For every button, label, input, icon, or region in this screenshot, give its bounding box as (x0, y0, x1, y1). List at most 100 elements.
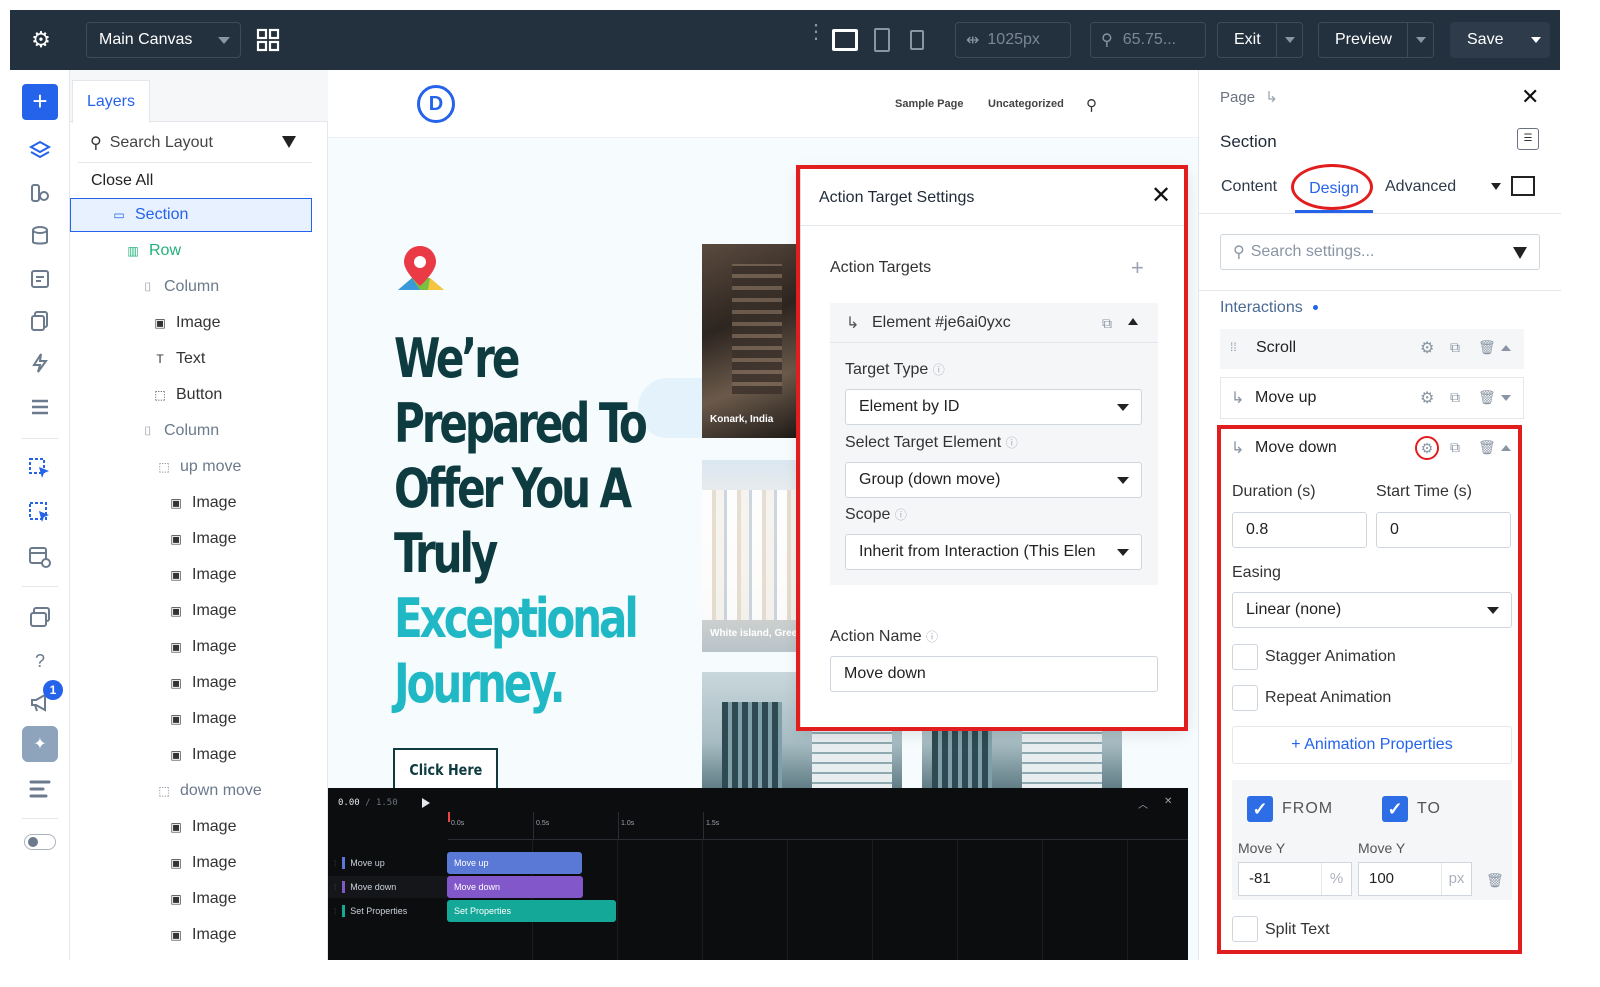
layer-item[interactable]: ⌷ Column (70, 270, 312, 304)
width-field[interactable]: ⇹ 1025px (955, 22, 1071, 58)
layer-item[interactable]: ⌷ Column (70, 414, 312, 448)
pointer-select-icon[interactable] (27, 456, 53, 482)
settings-search-input[interactable]: ⚲ Search settings... (1220, 234, 1540, 270)
theme-builder-icon[interactable] (27, 180, 53, 206)
layer-item[interactable]: ⬚ Button (70, 378, 312, 412)
tab-content[interactable]: Content (1221, 178, 1277, 196)
layer-item[interactable]: ▣ Image (70, 702, 312, 736)
site-logo[interactable]: D (417, 85, 455, 123)
filter-icon[interactable] (282, 136, 296, 148)
save-dropdown-icon[interactable] (1523, 23, 1549, 57)
collapse-timeline-icon[interactable]: ︿ (1138, 796, 1148, 811)
interaction-scroll-row[interactable]: ⁞⁞ Scroll ⚙ ⧉ 🗑 (1220, 329, 1524, 369)
timeline-bar[interactable]: Move up (447, 852, 582, 874)
exit-button[interactable]: Exit (1217, 22, 1303, 58)
settings-gear-icon[interactable]: ⚙ (1420, 388, 1434, 408)
trash-icon[interactable]: 🗑 (1478, 339, 1496, 356)
gallery-image-greece[interactable]: White island, Greece (702, 460, 798, 652)
drag-handle-icon[interactable]: ⁞ (334, 859, 336, 868)
more-vertical-icon[interactable]: ⋮ (806, 22, 826, 52)
tabs-more-icon[interactable] (1491, 183, 1501, 190)
layers-icon[interactable] (27, 138, 53, 164)
timeline-row-label[interactable]: ⁞ Move down (328, 876, 447, 898)
layers-search-input[interactable]: ⚲ Search Layout (90, 126, 312, 160)
settings-gear-icon[interactable]: ⚙ (1420, 338, 1434, 358)
layer-item[interactable]: ▣ Image (70, 522, 312, 556)
timeline-bar[interactable]: Move down (447, 876, 583, 898)
layer-item[interactable]: ▣ Image (70, 846, 312, 880)
trash-icon[interactable]: 🗑 (1478, 389, 1496, 406)
lightning-icon[interactable] (27, 350, 53, 376)
phone-view-icon[interactable] (910, 30, 924, 50)
cta-button[interactable]: Click Here (393, 748, 498, 792)
layer-item[interactable]: ▥ Row (70, 234, 312, 268)
canvas-select[interactable]: Main Canvas (86, 22, 241, 58)
desktop-view-icon[interactable] (832, 29, 858, 51)
layer-item[interactable]: ▣ Image (70, 558, 312, 592)
drag-handle-icon[interactable]: ⁞ (334, 883, 336, 892)
drag-handle-icon[interactable]: ⁞⁞ (1230, 340, 1237, 354)
list-icon[interactable] (27, 394, 53, 420)
tick-line (618, 812, 619, 840)
duplicate-icon[interactable]: ⧉ (1450, 389, 1460, 406)
layer-item[interactable]: ▣ Image (70, 882, 312, 916)
building-shape (722, 702, 782, 790)
layer-item[interactable]: ▣ Image (70, 666, 312, 700)
zoom-field[interactable]: ⚲ 65.75... (1090, 22, 1206, 58)
collapse-up-icon[interactable] (1501, 345, 1511, 351)
breadcrumb[interactable]: Page ↳ (1220, 88, 1278, 106)
layer-item[interactable]: ▣ Image (70, 594, 312, 628)
tab-advanced[interactable]: Advanced (1385, 178, 1456, 196)
add-element-button[interactable]: + (22, 84, 58, 120)
exit-dropdown-icon[interactable] (1276, 23, 1302, 57)
save-button[interactable]: Save (1450, 22, 1550, 58)
dark-mode-toggle[interactable] (24, 834, 56, 850)
duplicate-icon[interactable]: ⧉ (1450, 339, 1460, 356)
help-icon[interactable]: ? (27, 648, 53, 674)
form-icon[interactable] (27, 266, 53, 292)
align-left-icon[interactable] (27, 776, 53, 802)
layer-item[interactable]: ▣ Image (70, 306, 312, 340)
panel-close-icon[interactable]: ✕ (1521, 84, 1539, 110)
site-search-icon[interactable]: ⚲ (1086, 96, 1097, 114)
tab-layers[interactable]: Layers (72, 80, 150, 123)
layer-item[interactable]: ⬚ down move (70, 774, 312, 808)
responsive-view-icon[interactable] (1511, 176, 1535, 196)
nav-link-sample-page[interactable]: Sample Page (895, 98, 963, 110)
multi-select-icon[interactable] (27, 500, 53, 526)
layer-item[interactable]: ⬚ up move (70, 450, 312, 484)
timeline-row-label[interactable]: ⁞ Set Properties (328, 900, 447, 922)
drag-handle-icon[interactable]: ⁞ (334, 907, 336, 916)
presets-icon[interactable]: ☰ (1517, 128, 1539, 150)
database-icon[interactable] (27, 223, 53, 249)
layer-item[interactable]: ▣ Image (70, 810, 312, 844)
layer-item[interactable]: ▣ Image (70, 918, 312, 952)
layout-settings-icon[interactable] (27, 544, 53, 570)
preview-button[interactable]: Preview (1318, 22, 1434, 58)
layer-item-section[interactable]: ▭ Section (70, 198, 312, 232)
close-timeline-icon[interactable]: ✕ (1164, 796, 1172, 807)
timeline-row-label[interactable]: ⁞ Move up (328, 852, 447, 874)
grid-view-icon[interactable] (256, 28, 280, 52)
timeline-bar[interactable]: Set Properties (447, 900, 616, 922)
settings-gear-icon[interactable]: ⚙ (30, 29, 52, 51)
play-icon[interactable] (422, 798, 430, 808)
tablet-view-icon[interactable] (874, 28, 890, 52)
layer-item[interactable]: ▣ Image (70, 486, 312, 520)
layer-item[interactable]: ▣ Image (70, 630, 312, 664)
tick-label: 0.5s (536, 820, 550, 827)
preview-dropdown-icon[interactable] (1407, 23, 1433, 57)
nav-link-uncategorized[interactable]: Uncategorized (988, 98, 1064, 110)
layer-label: Image (192, 710, 237, 727)
gallery-image-konark[interactable]: Konark, India (702, 244, 798, 438)
interaction-move-up-row[interactable]: ↳ Move up ⚙ ⧉ 🗑 (1220, 377, 1524, 419)
close-all-button[interactable]: Close All (91, 172, 153, 190)
layer-item[interactable]: ▣ Image (70, 738, 312, 772)
expand-down-icon[interactable] (1501, 395, 1511, 401)
windows-icon[interactable] (27, 604, 53, 630)
hero-line: We’re (394, 327, 520, 390)
ai-assistant-button[interactable]: ✦ (22, 726, 58, 762)
pages-icon[interactable] (27, 308, 53, 334)
layer-item[interactable]: T Text (70, 342, 312, 376)
filter-icon[interactable] (1513, 247, 1527, 259)
